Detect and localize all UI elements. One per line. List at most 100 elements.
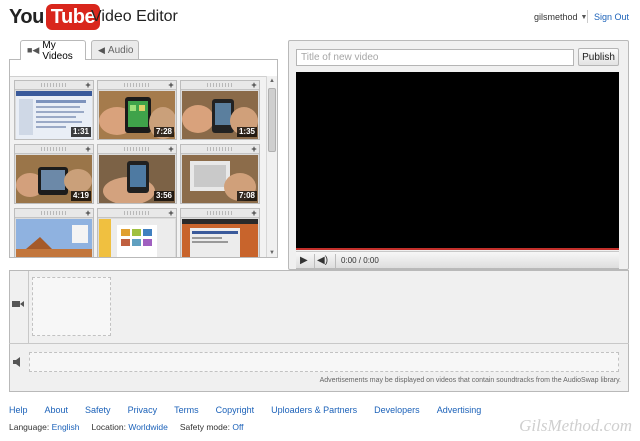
video-thumbnail[interactable]: +7:08: [180, 144, 260, 204]
control-divider: [335, 254, 336, 268]
track-divider: [9, 343, 629, 344]
youtube-logo[interactable]: You Tube: [9, 4, 101, 30]
add-to-timeline-icon[interactable]: +: [167, 209, 175, 218]
language-label: Language:: [9, 422, 50, 432]
scroll-up-icon[interactable]: ▲: [267, 76, 277, 86]
language-link[interactable]: English: [52, 422, 80, 432]
video-thumbnail[interactable]: +3:56: [97, 144, 177, 204]
thumbnail-grid[interactable]: +1:31 +7:28 +1:35 +4:19 +3:56 +7:08 + + +: [10, 76, 266, 257]
play-icon[interactable]: ▶: [300, 255, 312, 267]
add-to-timeline-icon[interactable]: +: [84, 209, 92, 218]
tab-label: My Videos: [42, 39, 73, 62]
drag-handle[interactable]: +: [15, 81, 93, 90]
grip-icon: [40, 147, 66, 151]
drag-handle[interactable]: +: [15, 145, 93, 154]
grip-icon: [123, 83, 149, 87]
video-title-input[interactable]: [296, 49, 574, 66]
drag-handle[interactable]: +: [181, 209, 259, 218]
footer-link[interactable]: Advertising: [437, 405, 482, 415]
video-thumbnail[interactable]: +: [97, 208, 177, 257]
scroll-down-icon[interactable]: ▼: [267, 248, 277, 257]
tab-audio[interactable]: ◀ Audio: [91, 40, 139, 59]
drag-handle[interactable]: +: [181, 81, 259, 90]
duration-badge: 1:35: [236, 127, 257, 137]
volume-icon[interactable]: ◀): [317, 255, 331, 267]
footer-link[interactable]: Safety: [85, 405, 111, 415]
add-to-timeline-icon[interactable]: +: [250, 145, 258, 154]
grip-icon: [206, 147, 232, 151]
thumbnail-image: [99, 219, 175, 257]
track-label-divider: [28, 271, 29, 343]
library-scrollbar[interactable]: ▲ ▼: [266, 76, 277, 257]
scroll-thumb[interactable]: [268, 88, 276, 152]
drag-handle[interactable]: +: [98, 209, 176, 218]
tab-my-videos[interactable]: ■◀ My Videos: [20, 39, 86, 62]
header-divider: [587, 10, 588, 23]
control-divider: [314, 254, 315, 268]
language-setting: Language: English: [9, 422, 79, 432]
user-menu[interactable]: gilsmethod ▼: [534, 12, 587, 22]
footer-links: Help About Safety Privacy Terms Copyright Uplo…: [9, 405, 498, 415]
add-to-timeline-icon[interactable]: +: [84, 81, 92, 90]
grip-icon: [206, 211, 232, 215]
footer-link[interactable]: Uploaders & Partners: [271, 405, 357, 415]
add-to-timeline-icon[interactable]: +: [167, 81, 175, 90]
video-thumbnail[interactable]: +7:28: [97, 80, 177, 140]
location-link[interactable]: Worldwide: [128, 422, 168, 432]
footer-link[interactable]: Help: [9, 405, 28, 415]
page-title: Video Editor: [91, 8, 178, 25]
username: gilsmethod: [534, 12, 578, 22]
safety-setting: Safety mode: Off: [180, 422, 244, 432]
footer-link[interactable]: Terms: [174, 405, 199, 415]
safety-label: Safety mode:: [179, 422, 230, 432]
tab-label: Audio: [107, 44, 134, 56]
publish-button[interactable]: Publish: [578, 48, 619, 66]
video-thumbnail[interactable]: +: [180, 208, 260, 257]
video-drop-slot[interactable]: [32, 277, 111, 336]
video-thumbnail[interactable]: +1:35: [180, 80, 260, 140]
speaker-icon: ◀: [98, 44, 105, 55]
location-label: Location:: [91, 422, 126, 432]
video-thumbnail[interactable]: +4:19: [14, 144, 94, 204]
sign-out-link[interactable]: Sign Out: [594, 12, 629, 22]
drag-handle[interactable]: +: [181, 145, 259, 154]
grip-icon: [123, 211, 149, 215]
audio-track-speaker-icon: [13, 357, 20, 367]
time-display: 0:00 / 0:00: [341, 256, 379, 265]
audio-drop-slot[interactable]: [29, 352, 619, 372]
add-to-timeline-icon[interactable]: +: [250, 209, 258, 218]
watermark: GilsMethod.com: [519, 416, 632, 435]
video-player[interactable]: [296, 72, 619, 250]
grip-icon: [123, 147, 149, 151]
grip-icon: [40, 211, 66, 215]
grip-icon: [40, 83, 66, 87]
video-thumbnail[interactable]: +1:31: [14, 80, 94, 140]
video-library-panel: +1:31 +7:28 +1:35 +4:19 +3:56 +7:08 + + + ▲ ▼: [9, 59, 278, 258]
footer-link[interactable]: Developers: [374, 405, 420, 415]
footer-link[interactable]: About: [45, 405, 69, 415]
add-to-timeline-icon[interactable]: +: [250, 81, 258, 90]
footer-link[interactable]: Privacy: [128, 405, 158, 415]
duration-badge: 1:31: [70, 127, 91, 137]
ads-notice: Advertisements may be displayed on video…: [319, 377, 621, 384]
camera-icon: ■◀: [27, 45, 40, 55]
duration-badge: 7:28: [153, 127, 174, 137]
add-to-timeline-icon[interactable]: +: [167, 145, 175, 154]
drag-handle[interactable]: +: [15, 209, 93, 218]
footer-link[interactable]: Copyright: [216, 405, 255, 415]
safety-link[interactable]: Off: [232, 422, 243, 432]
progress-bar[interactable]: [296, 248, 619, 250]
add-to-timeline-icon[interactable]: +: [84, 145, 92, 154]
logo-you: You: [9, 5, 44, 28]
duration-badge: 3:56: [153, 191, 174, 201]
video-track-camera-icon: [12, 301, 24, 307]
thumbnail-image: [16, 219, 92, 257]
location-setting: Location: Worldwide: [91, 422, 167, 432]
video-thumbnail[interactable]: +: [14, 208, 94, 257]
duration-badge: 4:19: [70, 191, 91, 201]
drag-handle[interactable]: +: [98, 145, 176, 154]
drag-handle[interactable]: +: [98, 81, 176, 90]
duration-badge: 7:08: [236, 191, 257, 201]
grip-icon: [206, 83, 232, 87]
footer-settings: Language: English Location: Worldwide Sa…: [9, 422, 256, 432]
